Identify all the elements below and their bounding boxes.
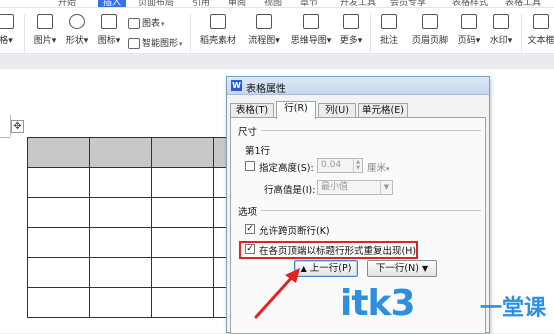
header-footer-button[interactable]: 页眉页脚	[408, 14, 452, 46]
row-height-is-label: 行高值是(I):	[264, 185, 316, 196]
tab-table-tools[interactable]: 表格工具	[505, 0, 541, 7]
size-section-heading: 尺寸	[238, 127, 258, 138]
options-section-heading: 选项	[238, 207, 258, 218]
flowchart-button-label: 流程图	[248, 36, 276, 46]
height-unit-text: 厘米	[367, 163, 387, 174]
textbox-icon	[533, 14, 549, 29]
shapes-button[interactable]: 形状▾	[62, 14, 92, 46]
tab-home[interactable]: 开始	[58, 0, 76, 7]
page-number-button[interactable]: 页码▾	[454, 14, 484, 46]
table-button[interactable]: 格▾	[0, 14, 16, 46]
row-height-value: 0.04	[321, 160, 342, 170]
tab-references[interactable]: 引用	[192, 0, 210, 7]
tab-insert[interactable]: 插入	[98, 0, 127, 7]
dialog-titlebar[interactable]: W 表格属性	[227, 77, 489, 95]
picture-button-label: 图片	[33, 36, 52, 46]
row-number-label: 第1行	[245, 146, 271, 157]
chart-button[interactable]: 图表▾	[128, 16, 165, 29]
table-button-label: 格	[0, 36, 9, 46]
section-divider	[261, 210, 481, 211]
height-unit-label: 厘米▾	[367, 163, 390, 174]
margin-mark	[0, 137, 10, 138]
icons-button-label: 图标	[97, 36, 116, 46]
watermark-logo: itk3	[340, 283, 416, 324]
watermark-button[interactable]: 水印▾	[486, 14, 516, 46]
tab-view[interactable]: 视图	[264, 0, 282, 7]
material-button-label: 稻壳素材	[199, 36, 236, 46]
allow-row-break-checkbox[interactable]	[245, 224, 255, 234]
tab-column[interactable]: 列(U)	[318, 103, 356, 118]
arrow-down-icon: ▼	[421, 264, 429, 273]
comment-button[interactable]: 批注	[376, 14, 402, 46]
tab-review[interactable]: 审阅	[228, 0, 246, 7]
smartart-button[interactable]: 智能图形▾	[128, 36, 183, 49]
smartart-button-label: 智能图形	[142, 39, 179, 49]
chart-icon	[128, 18, 140, 29]
more-button-label: 更多	[339, 36, 358, 46]
previous-row-label: 上一行(P)	[309, 263, 352, 274]
ribbon: 格▾ 图片▾ 形状▾ 图标▾ 图表▾ 智能图形▾ 稻壳素材 流程图▾ 思维导图▾…	[0, 8, 554, 54]
ribbon-divider	[521, 14, 522, 52]
textbox-button[interactable]: 文本框	[524, 14, 554, 46]
mindmap-button[interactable]: 思维导图▾	[286, 14, 336, 46]
tab-cell[interactable]: 单元格(E)	[358, 103, 408, 118]
page-number-icon	[461, 14, 477, 29]
annotation-arrow-icon	[254, 268, 300, 319]
tab-page-layout[interactable]: 页面布局	[138, 0, 174, 7]
icons-button[interactable]: 图标▾	[94, 14, 124, 46]
watermark-button-label: 水印	[489, 36, 508, 46]
tab-row[interactable]: 行(R)	[276, 101, 316, 119]
mindmap-icon	[303, 14, 319, 29]
row-height-mode-value: 最小值	[321, 182, 349, 192]
highlight-box	[239, 241, 418, 259]
wps-writer-icon: W	[231, 80, 242, 91]
ribbon-divider	[370, 14, 371, 52]
chevron-down-icon[interactable]: ▼	[380, 181, 392, 194]
chart-button-label: 图表	[142, 19, 161, 29]
dialog-title: 表格属性	[246, 84, 286, 95]
table-icon	[0, 14, 14, 29]
tab-table-style[interactable]: 表格样式	[452, 0, 488, 7]
tab-chapter[interactable]: 章节	[300, 0, 318, 7]
flowchart-icon	[256, 14, 272, 29]
watermark-suffix: 一堂课	[480, 296, 547, 321]
icons-icon	[101, 14, 117, 29]
smartart-icon	[128, 38, 140, 49]
specify-height-checkbox[interactable]	[245, 161, 255, 171]
more-button[interactable]: 更多▾	[337, 14, 365, 46]
flowchart-button[interactable]: 流程图▾	[244, 14, 284, 46]
ribbon-divider	[190, 14, 191, 52]
header-footer-icon	[422, 14, 438, 29]
spinner-arrows-icon[interactable]: ▲ ▼	[353, 159, 362, 172]
next-row-label: 下一行(N)	[375, 263, 419, 274]
shapes-button-label: 形状	[65, 36, 84, 46]
tab-table[interactable]: 表格(T)	[230, 103, 274, 118]
shapes-icon	[69, 14, 85, 29]
material-button[interactable]: 稻壳素材	[196, 14, 240, 46]
tab-member[interactable]: 会员专享	[390, 0, 426, 7]
next-row-button[interactable]: 下一行(N) ▼	[367, 260, 437, 277]
ribbon-tab-strip: 开始 插入 页面布局 引用 审阅 视图 章节 开发工具 会员专享 表格样式 表格…	[0, 0, 554, 8]
section-divider	[261, 130, 481, 131]
comment-button-label: 批注	[379, 36, 398, 46]
comment-icon	[381, 14, 397, 29]
more-icon	[343, 14, 359, 29]
textbox-button-label: 文本框	[527, 36, 554, 46]
row-height-mode-select[interactable]: 最小值 ▼	[317, 180, 393, 195]
allow-row-break-label: 允许跨页断行(K)	[259, 226, 330, 237]
mindmap-button-label: 思维导图	[290, 36, 327, 46]
header-footer-button-label: 页眉页脚	[411, 36, 448, 46]
table-move-handle-icon[interactable]: ✥	[11, 120, 24, 133]
picture-button[interactable]: 图片▾	[30, 14, 60, 46]
picture-icon	[37, 14, 53, 29]
ribbon-divider	[24, 14, 25, 52]
row-height-input[interactable]: 0.04 ▲ ▼	[317, 158, 363, 173]
watermark-icon	[493, 14, 509, 29]
tab-developer[interactable]: 开发工具	[340, 0, 376, 7]
specify-height-label: 指定高度(S):	[259, 163, 314, 174]
page-number-button-label: 页码	[457, 36, 476, 46]
material-icon	[210, 14, 226, 29]
